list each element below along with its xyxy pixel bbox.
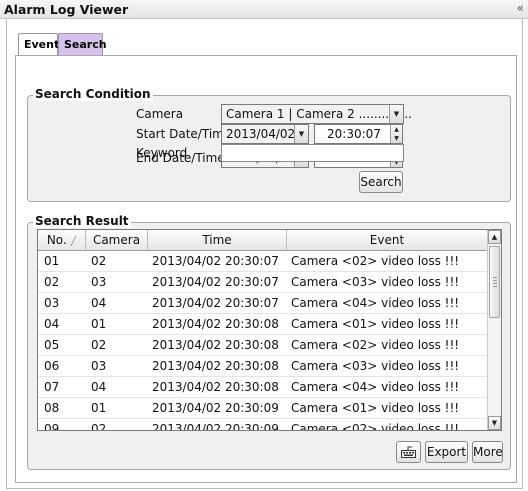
cell-time: 2013/04/02 20:30:08 [152, 380, 279, 394]
table-row[interactable]: 07 04 2013/04/02 20:30:08 Camera <04> vi… [38, 377, 488, 398]
cell-no: 09 [44, 422, 60, 431]
cell-event: Camera <02> video loss !!! [291, 422, 460, 431]
column-header-time[interactable]: Time [148, 230, 287, 251]
table-row[interactable]: 05 02 2013/04/02 20:30:08 Camera <02> vi… [38, 335, 488, 356]
cell-event: Camera <01> video loss !!! [291, 317, 460, 331]
tab-event[interactable]: Event [18, 33, 59, 55]
table-body: 01 02 2013/04/02 20:30:07 Camera <02> vi… [38, 251, 488, 431]
column-header-no[interactable]: No. ╱ [38, 230, 86, 251]
camera-select-value: Camera 1 | Camera 2 .............. [226, 107, 412, 121]
cell-no: 02 [44, 275, 60, 289]
start-date-value: 2013/04/02 [226, 127, 296, 141]
cell-event: Camera <04> video loss !!! [291, 380, 460, 394]
table-row[interactable]: 09 02 2013/04/02 20:30:09 Camera <02> vi… [38, 419, 488, 431]
cell-camera: 04 [91, 296, 107, 310]
tab-search[interactable]: Search [58, 33, 107, 55]
cell-time: 2013/04/02 20:30:07 [152, 254, 279, 268]
result-table: No. ╱ Camera Time Event 01 02 2013/04/02 … [37, 229, 502, 431]
cell-camera: 02 [91, 254, 107, 268]
start-time-spinner[interactable]: 20:30:07 ▲ ▼ [314, 124, 403, 144]
keyword-label: Keyword [136, 146, 188, 160]
scrollbar-thumb[interactable] [489, 246, 500, 318]
cell-event: Camera <02> video loss !!! [291, 338, 460, 352]
cell-no: 08 [44, 401, 60, 415]
column-header-camera[interactable]: Camera [86, 230, 148, 251]
camera-select[interactable]: Camera 1 | Camera 2 .............. ▼ [221, 104, 412, 124]
scroll-up-icon[interactable]: ▲ [488, 230, 501, 244]
cell-no: 01 [44, 254, 60, 268]
cell-time: 2013/04/02 20:30:09 [152, 422, 279, 431]
cell-time: 2013/04/02 20:30:08 [152, 338, 279, 352]
table-row[interactable]: 04 01 2013/04/02 20:30:08 Camera <01> vi… [38, 314, 488, 335]
table-header: No. ╱ Camera Time Event [38, 230, 488, 251]
cell-camera: 03 [91, 359, 107, 373]
cell-camera: 01 [91, 401, 107, 415]
table-row[interactable]: 02 03 2013/04/02 20:30:07 Camera <03> vi… [38, 272, 488, 293]
cell-event: Camera <03> video loss !!! [291, 275, 460, 289]
chevron-down-icon[interactable]: ▼ [294, 125, 308, 143]
export-button[interactable]: Export [425, 441, 468, 463]
scroll-down-icon[interactable]: ▼ [488, 416, 501, 430]
cell-event: Camera <03> video loss !!! [291, 359, 460, 373]
cell-camera: 01 [91, 317, 107, 331]
spin-down-icon[interactable]: ▼ [391, 134, 402, 143]
cell-no: 03 [44, 296, 60, 310]
chevron-down-icon[interactable]: ▼ [389, 105, 403, 123]
table-row[interactable]: 01 02 2013/04/02 20:30:07 Camera <02> vi… [38, 251, 488, 272]
cell-event: Camera <04> video loss !!! [291, 296, 460, 310]
keyboard-button[interactable] [396, 441, 421, 463]
keyword-input[interactable] [221, 144, 404, 162]
cell-time: 2013/04/02 20:30:07 [152, 275, 279, 289]
title-bar: Alarm Log Viewer « [0, 0, 528, 19]
start-date-select[interactable]: 2013/04/02 ▼ [221, 124, 309, 144]
cell-event: Camera <01> video loss !!! [291, 401, 460, 415]
table-scrollbar[interactable]: ▲ ▼ [487, 230, 501, 430]
start-time-value: 20:30:07 [327, 127, 381, 141]
search-condition-legend: Search Condition [33, 87, 153, 101]
table-row[interactable]: 03 04 2013/04/02 20:30:07 Camera <04> vi… [38, 293, 488, 314]
cell-time: 2013/04/02 20:30:09 [152, 401, 279, 415]
cell-no: 07 [44, 380, 60, 394]
keyboard-icon [401, 446, 416, 458]
cell-camera: 03 [91, 275, 107, 289]
collapse-icon[interactable]: « [517, 1, 524, 15]
cell-time: 2013/04/02 20:30:08 [152, 359, 279, 373]
cell-no: 06 [44, 359, 60, 373]
table-row[interactable]: 08 01 2013/04/02 20:30:09 Camera <01> vi… [38, 398, 488, 419]
sort-icon: ╱ [70, 237, 77, 247]
cell-time: 2013/04/02 20:30:08 [152, 317, 279, 331]
camera-label: Camera [136, 107, 184, 121]
search-result-legend: Search Result [33, 214, 131, 228]
cell-no: 04 [44, 317, 60, 331]
cell-time: 2013/04/02 20:30:07 [152, 296, 279, 310]
spin-up-icon[interactable]: ▲ [391, 125, 402, 134]
cell-camera: 02 [91, 422, 107, 431]
column-header-event[interactable]: Event [287, 230, 488, 251]
window-title: Alarm Log Viewer [4, 2, 129, 17]
search-button[interactable]: Search [359, 171, 403, 193]
column-header-no-label: No. [46, 233, 67, 247]
cell-event: Camera <02> video loss !!! [291, 254, 460, 268]
cell-no: 05 [44, 338, 60, 352]
more-button[interactable]: More [472, 441, 503, 463]
table-row[interactable]: 06 03 2013/04/02 20:30:08 Camera <03> vi… [38, 356, 488, 377]
cell-camera: 02 [91, 338, 107, 352]
start-datetime-label: Start Date/Time [136, 127, 232, 141]
cell-camera: 04 [91, 380, 107, 394]
